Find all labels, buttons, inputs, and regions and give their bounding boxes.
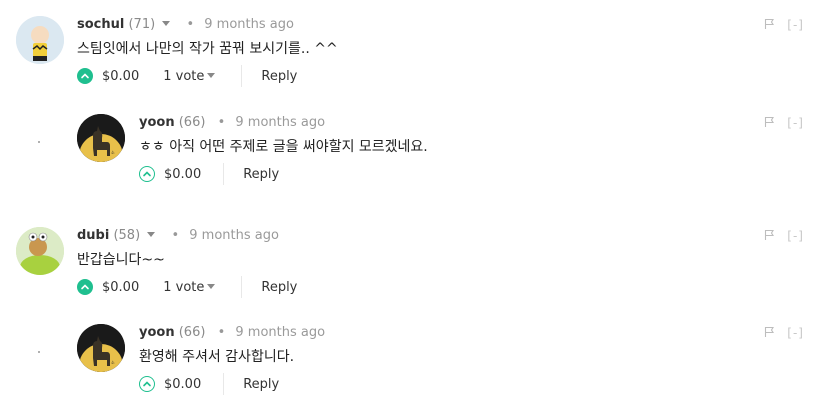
upvote-button[interactable] [77, 279, 93, 295]
reply-button[interactable]: Reply [261, 69, 297, 84]
timestamp-link[interactable]: 9 months ago [204, 17, 294, 32]
timestamp-link[interactable]: 9 months ago [235, 115, 325, 130]
payout-value[interactable]: $0.00 [102, 69, 139, 84]
vote-count-label: 1 vote [163, 279, 205, 295]
comment-actions: $0.00 Reply [139, 163, 799, 185]
payout-value[interactable]: $0.00 [102, 280, 139, 295]
collapse-button[interactable]: [-] [787, 18, 804, 32]
flag-icon[interactable] [764, 229, 775, 244]
separator-dot: • [217, 325, 226, 340]
timestamp-link[interactable]: 9 months ago [235, 325, 325, 340]
svg-text:소: 소 [111, 150, 115, 155]
author-reputation: (71) [128, 17, 156, 32]
action-divider [241, 65, 243, 87]
comment-actions: $0.00 1 vote Reply [77, 65, 797, 87]
collapse-button[interactable]: [-] [787, 116, 804, 130]
comment-meta: yoon (66) • 9 months ago [139, 324, 799, 342]
author-link[interactable]: sochul [77, 17, 124, 32]
upvote-button[interactable] [139, 376, 155, 392]
author-reputation: (66) [178, 115, 206, 130]
comment-text: 환영해 주셔서 감사합니다. [139, 349, 295, 365]
timestamp-link[interactable]: 9 months ago [189, 228, 279, 243]
avatar[interactable] [16, 227, 64, 275]
comment-meta: dubi (58) • 9 months ago [77, 227, 797, 245]
chevron-down-icon [207, 283, 216, 289]
vote-count-dropdown[interactable]: 1 vote [163, 69, 219, 84]
comment-tools: [-] [764, 114, 804, 132]
frog-avatar-icon [16, 227, 64, 275]
comment-actions: $0.00 Reply [139, 373, 799, 395]
payout-value[interactable]: $0.00 [164, 377, 201, 392]
comment-tools: [-] [764, 227, 804, 245]
thread-dot [38, 141, 40, 143]
separator-dot: • [217, 115, 226, 130]
action-divider [223, 163, 225, 185]
reply-button[interactable]: Reply [243, 377, 279, 392]
upvote-button[interactable] [77, 68, 93, 84]
upvote-button[interactable] [139, 166, 155, 182]
payout-value[interactable]: $0.00 [164, 167, 201, 182]
comment-tools: [-] [764, 16, 804, 34]
svg-text:소: 소 [111, 360, 115, 365]
separator-dot: • [171, 228, 180, 243]
collapse-button[interactable]: [-] [787, 326, 804, 340]
alpaca-avatar-icon: 소 [77, 324, 125, 372]
reply-button[interactable]: Reply [243, 167, 279, 182]
collapse-button[interactable]: [-] [787, 229, 804, 243]
charlie-brown-avatar-icon [16, 16, 64, 64]
author-link[interactable]: dubi [77, 228, 109, 243]
flag-icon[interactable] [764, 116, 775, 131]
chevron-up-icon [81, 284, 89, 290]
avatar[interactable]: 소 [77, 114, 125, 162]
chevron-down-icon [207, 72, 216, 78]
flag-icon[interactable] [764, 326, 775, 341]
avatar[interactable]: 소 [77, 324, 125, 372]
author-reputation: (58) [113, 228, 141, 243]
comment-text: 스팀잇에서 나만의 작가 꿈꿔 보시기를.. ^^ [77, 41, 338, 57]
comment-meta: yoon (66) • 9 months ago [139, 114, 799, 132]
separator-dot: • [186, 17, 195, 32]
thread-dot [38, 351, 40, 353]
comment-text: ㅎㅎ 아직 어떤 주제로 글을 써야할지 모르겠네요. [139, 139, 428, 155]
reply-button[interactable]: Reply [261, 280, 297, 295]
chevron-up-icon [143, 381, 151, 387]
author-reputation: (66) [178, 325, 206, 340]
chevron-up-icon [81, 73, 89, 79]
chevron-up-icon [143, 171, 151, 177]
vote-count-label: 1 vote [163, 68, 205, 84]
comment-text: 반갑습니다~~ [77, 252, 165, 268]
vote-count-dropdown[interactable]: 1 vote [163, 280, 219, 295]
flag-icon[interactable] [764, 18, 775, 33]
comment-tools: [-] [764, 324, 804, 342]
comment-meta: sochul (71) • 9 months ago [77, 16, 797, 34]
comment-actions: $0.00 1 vote Reply [77, 276, 797, 298]
alpaca-avatar-icon: 소 [77, 114, 125, 162]
author-menu-caret-icon[interactable] [162, 21, 171, 26]
action-divider [223, 373, 225, 395]
action-divider [241, 276, 243, 298]
author-menu-caret-icon[interactable] [147, 232, 156, 237]
avatar[interactable] [16, 16, 64, 64]
author-link[interactable]: yoon [139, 115, 175, 130]
author-link[interactable]: yoon [139, 325, 175, 340]
